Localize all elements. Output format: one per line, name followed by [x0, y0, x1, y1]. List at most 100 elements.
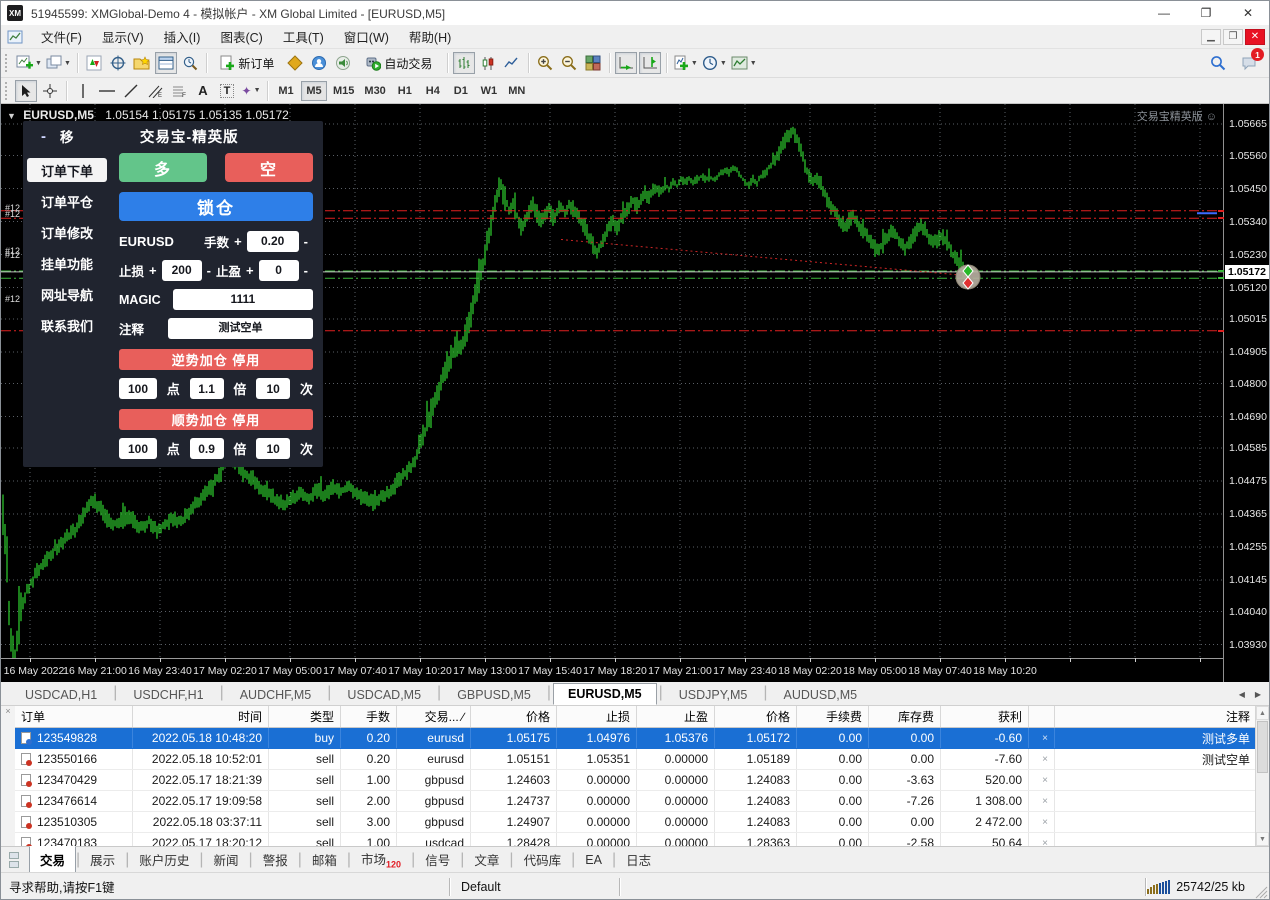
order-row[interactable]: 1235103052022.05.18 03:37:11sell3.00gbpu…	[15, 812, 1257, 833]
column-header-6[interactable]: 止损	[557, 706, 637, 727]
terminal-scrollbar[interactable]: ▲ ▼	[1255, 706, 1269, 846]
order-row[interactable]: 1234701832022.05.17 18:20:12sell1.00usdc…	[15, 833, 1257, 846]
menu-item-help[interactable]: 帮助(H)	[399, 24, 461, 49]
panel-menu-close-order[interactable]: 订单平仓	[27, 189, 107, 213]
close-order-button[interactable]: ×	[1042, 838, 1048, 847]
chart-tab-usdcad-h1[interactable]: USDCAD,H1	[11, 685, 111, 705]
counter-multiplier-input[interactable]: 1.1	[190, 378, 224, 399]
terminal-tab-警报[interactable]: 警报	[253, 847, 298, 872]
channel-tool[interactable]: E	[144, 80, 166, 102]
panel-menu-place-order[interactable]: 订单下单	[27, 158, 107, 182]
chart-minimize-button[interactable]: ▁	[1201, 29, 1221, 45]
collapse-triangle-icon[interactable]: ▼	[7, 111, 16, 121]
chart-tab-usdchf-h1[interactable]: USDCHF,H1	[119, 685, 217, 705]
menu-item-charts[interactable]: 图表(C)	[210, 24, 272, 49]
arrows-tool[interactable]: ✦▼	[240, 80, 262, 102]
window-close-button[interactable]: ✕	[1227, 1, 1269, 25]
bar-chart-mode-button[interactable]	[453, 52, 475, 74]
terminal-tab-展示[interactable]: 展示	[80, 847, 125, 872]
news-button[interactable]	[332, 52, 354, 74]
column-header-10[interactable]: 库存费	[869, 706, 941, 727]
chart-shift-button[interactable]	[639, 52, 661, 74]
timeframe-m5[interactable]: M5	[301, 81, 327, 101]
menu-item-window[interactable]: 窗口(W)	[334, 24, 399, 49]
new-order-button[interactable]: 新订单	[212, 52, 282, 74]
terminal-tab-文章[interactable]: 文章	[464, 847, 509, 872]
terminal-tab-ea[interactable]: EA	[575, 850, 612, 870]
sl-input[interactable]: 200	[162, 260, 202, 281]
chart-tab-audusd-m5[interactable]: AUDUSD,M5	[769, 685, 871, 705]
autotrading-button[interactable]: 自动交易	[356, 52, 442, 74]
order-row[interactable]: 1235501662022.05.18 10:52:01sell0.20euru…	[15, 749, 1257, 770]
close-order-button[interactable]: ×	[1042, 796, 1048, 807]
window-minimize-button[interactable]: —	[1143, 1, 1185, 25]
timeframe-m30[interactable]: M30	[360, 81, 389, 101]
counter-points-input[interactable]: 100	[119, 378, 157, 399]
time-axis[interactable]: 16 May 202216 May 21:0016 May 23:4017 Ma…	[1, 658, 1223, 682]
vertical-line-tool[interactable]	[72, 80, 94, 102]
trendline-tool[interactable]	[120, 80, 142, 102]
horizontal-line-tool[interactable]	[96, 80, 118, 102]
order-row[interactable]: 1234704292022.05.17 18:21:39sell1.00gbpu…	[15, 770, 1257, 791]
tp-minus-button[interactable]: -	[304, 263, 308, 278]
panel-menu-pending-orders[interactable]: 挂单功能	[27, 251, 107, 275]
comment-input[interactable]: 测试空单	[168, 318, 313, 339]
chart-tab-gbpusd-m5[interactable]: GBPUSD,M5	[443, 685, 545, 705]
trend-follow-toggle-button[interactable]: 顺势加仓 停用	[119, 409, 313, 430]
lock-position-button[interactable]: 锁仓	[119, 192, 313, 221]
timeframe-m15[interactable]: M15	[329, 81, 358, 101]
column-header-9[interactable]: 手续费	[797, 706, 869, 727]
column-header-1[interactable]: 时间	[133, 706, 269, 727]
panel-move-handle[interactable]: 移	[60, 126, 74, 146]
trend-times-input[interactable]: 10	[256, 438, 290, 459]
tp-plus-button[interactable]: +	[246, 263, 254, 278]
toolbar-grip[interactable]	[5, 54, 10, 72]
profiles-button[interactable]: ▼	[45, 52, 72, 74]
search-button[interactable]	[1207, 52, 1229, 74]
terminal-tab-日志[interactable]: 日志	[616, 847, 661, 872]
terminal-tab-信号[interactable]: 信号	[415, 847, 460, 872]
close-order-button[interactable]: ×	[1042, 775, 1048, 786]
column-header-comment[interactable]: 注释	[1055, 706, 1257, 727]
terminal-tab-新闻[interactable]: 新闻	[204, 847, 249, 872]
close-order-button[interactable]: ×	[1042, 754, 1048, 765]
strategy-tester-button[interactable]	[179, 52, 201, 74]
column-header-4[interactable]: 交易... ∕	[397, 706, 471, 727]
timeframe-d1[interactable]: D1	[448, 81, 474, 101]
chart-tab-usdjpy-m5[interactable]: USDJPY,M5	[665, 685, 762, 705]
menu-item-view[interactable]: 显示(V)	[92, 24, 154, 49]
column-header-11[interactable]: 获利	[941, 706, 1029, 727]
order-row[interactable]: 1234766142022.05.17 19:09:58sell2.00gbpu…	[15, 791, 1257, 812]
resize-grip[interactable]	[1255, 873, 1269, 900]
magic-input[interactable]: 1111	[173, 289, 313, 310]
line-chart-mode-button[interactable]	[501, 52, 523, 74]
chart-close-button[interactable]: ✕	[1245, 29, 1265, 45]
timeframe-w1[interactable]: W1	[476, 81, 502, 101]
panel-menu-modify-order[interactable]: 订单修改	[27, 220, 107, 244]
sl-plus-button[interactable]: +	[149, 263, 157, 278]
close-order-button[interactable]: ×	[1042, 733, 1048, 744]
text-label-tool[interactable]: T	[216, 80, 238, 102]
column-header-7[interactable]: 止盈	[637, 706, 715, 727]
counter-trend-toggle-button[interactable]: 逆势加仓 停用	[119, 349, 313, 370]
terminal-tab-交易[interactable]: 交易	[29, 846, 76, 873]
timeframe-h4[interactable]: H4	[420, 81, 446, 101]
menu-item-tools[interactable]: 工具(T)	[273, 24, 334, 49]
chart-tab-usdcad-m5[interactable]: USDCAD,M5	[333, 685, 435, 705]
fibonacci-tool[interactable]: F	[168, 80, 190, 102]
terminal-close-button[interactable]: ×	[5, 706, 10, 716]
price-axis[interactable]: 1.056651.055601.054501.053401.052301.051…	[1223, 104, 1270, 682]
window-maximize-button[interactable]: ❐	[1185, 1, 1227, 25]
zoom-in-button[interactable]	[534, 52, 556, 74]
notifications-button[interactable]: 1	[1238, 52, 1260, 74]
auto-scroll-button[interactable]	[615, 52, 637, 74]
zoom-out-button[interactable]	[558, 52, 580, 74]
terminal-tab-邮箱[interactable]: 邮箱	[302, 847, 347, 872]
column-header-5[interactable]: 价格	[471, 706, 557, 727]
scroll-down-icon[interactable]: ▼	[1256, 832, 1269, 846]
chart-restore-button[interactable]: ❐	[1223, 29, 1243, 45]
panel-minimize-button[interactable]: -	[41, 128, 46, 145]
market-watch-button[interactable]	[83, 52, 105, 74]
navigator-button[interactable]	[131, 52, 153, 74]
timeframe-mn[interactable]: MN	[504, 81, 530, 101]
